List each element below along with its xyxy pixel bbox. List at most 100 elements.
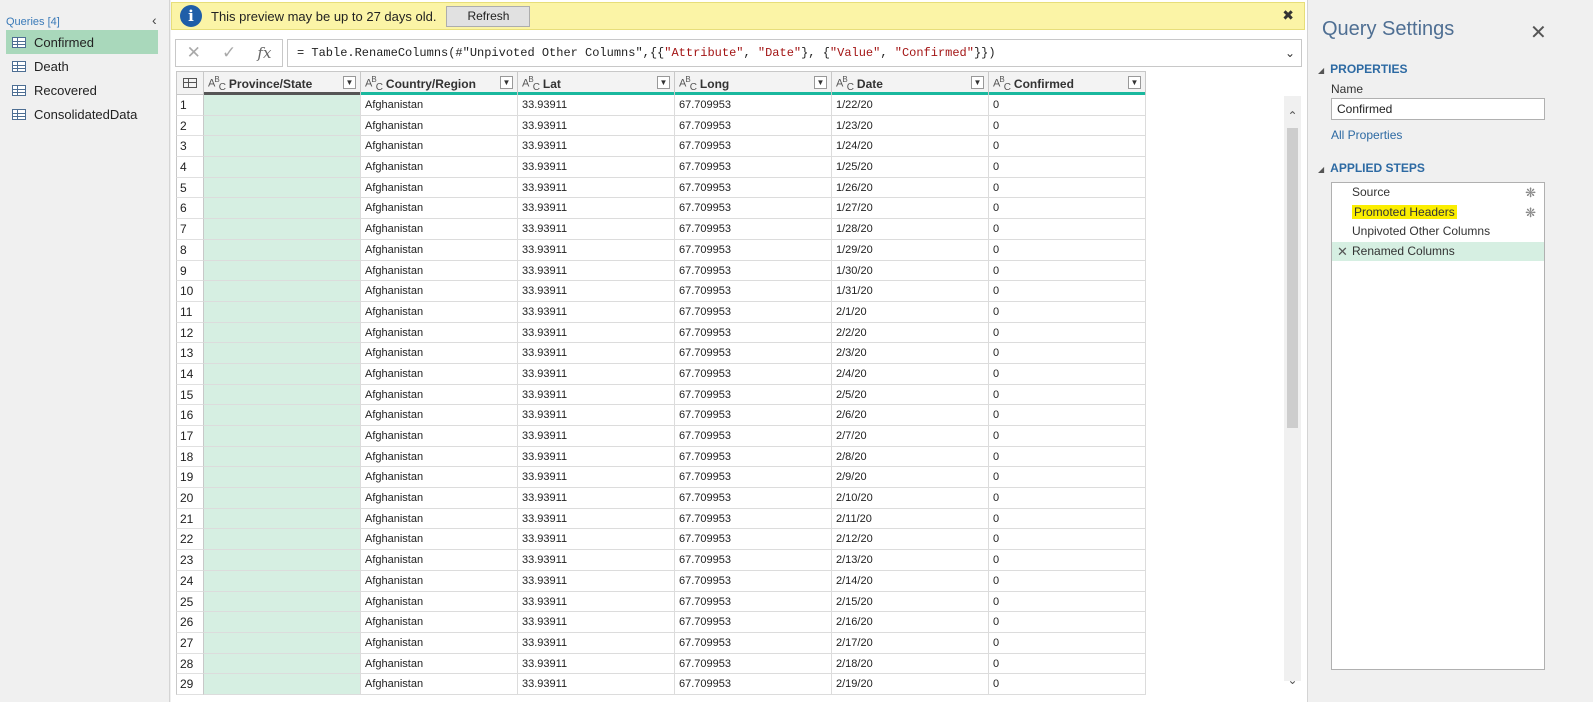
- row-number[interactable]: 24: [176, 570, 204, 592]
- table-cell[interactable]: [204, 343, 361, 364]
- applied-step[interactable]: Promoted Headers ❋: [1332, 203, 1544, 223]
- properties-section-title[interactable]: ◢ PROPERTIES: [1318, 62, 1408, 76]
- table-cell[interactable]: 0: [989, 529, 1146, 551]
- table-cell[interactable]: Afghanistan: [361, 488, 518, 509]
- table-cell[interactable]: 67.709953: [675, 529, 832, 551]
- table-cell[interactable]: 33.93911: [518, 177, 675, 199]
- commit-formula-icon[interactable]: ✓: [222, 43, 236, 63]
- row-number[interactable]: 8: [176, 239, 204, 261]
- applied-step[interactable]: Unpivoted Other Columns: [1332, 222, 1544, 242]
- table-cell[interactable]: 67.709953: [675, 632, 832, 654]
- table-cell[interactable]: 0: [989, 363, 1146, 385]
- table-cell[interactable]: [204, 508, 361, 530]
- table-cell[interactable]: [204, 426, 361, 447]
- table-cell[interactable]: 33.93911: [518, 446, 675, 468]
- row-number[interactable]: 28: [176, 653, 204, 675]
- table-cell[interactable]: 2/15/20: [832, 591, 989, 613]
- step-settings-gear-icon[interactable]: ❋: [1525, 183, 1536, 203]
- all-properties-link[interactable]: All Properties: [1331, 128, 1402, 142]
- text-type-icon[interactable]: ABC: [993, 75, 1011, 93]
- scroll-thumb[interactable]: [1287, 128, 1298, 428]
- table-cell[interactable]: 67.709953: [675, 301, 832, 323]
- table-cell[interactable]: 33.93911: [518, 239, 675, 261]
- table-cell[interactable]: Afghanistan: [361, 550, 518, 571]
- table-cell[interactable]: [204, 239, 361, 261]
- table-cell[interactable]: 0: [989, 177, 1146, 199]
- table-cell[interactable]: 0: [989, 653, 1146, 675]
- table-cell[interactable]: 1/29/20: [832, 239, 989, 261]
- table-cell[interactable]: 33.93911: [518, 136, 675, 158]
- table-cell[interactable]: 67.709953: [675, 570, 832, 592]
- row-number[interactable]: 25: [176, 591, 204, 613]
- table-cell[interactable]: Afghanistan: [361, 177, 518, 199]
- column-header[interactable]: ABC Confirmed ▼: [989, 71, 1146, 95]
- text-type-icon[interactable]: ABC: [208, 75, 226, 93]
- table-cell[interactable]: 33.93911: [518, 508, 675, 530]
- table-cell[interactable]: 0: [989, 426, 1146, 447]
- table-cell[interactable]: 0: [989, 95, 1146, 116]
- table-cell[interactable]: 1/31/20: [832, 281, 989, 302]
- vertical-scrollbar[interactable]: ⌃ ⌄: [1284, 96, 1301, 687]
- table-cell[interactable]: Afghanistan: [361, 674, 518, 695]
- table-cell[interactable]: Afghanistan: [361, 260, 518, 282]
- table-cell[interactable]: 2/17/20: [832, 632, 989, 654]
- table-cell[interactable]: Afghanistan: [361, 653, 518, 675]
- table-cell[interactable]: [204, 136, 361, 158]
- formula-input[interactable]: = Table.RenameColumns(#"Unpivoted Other …: [287, 39, 1302, 67]
- table-cell[interactable]: 67.709953: [675, 591, 832, 613]
- table-cell[interactable]: [204, 115, 361, 137]
- table-cell[interactable]: 1/27/20: [832, 198, 989, 220]
- table-cell[interactable]: Afghanistan: [361, 405, 518, 426]
- table-cell[interactable]: 0: [989, 591, 1146, 613]
- column-filter-icon[interactable]: ▼: [814, 76, 827, 89]
- table-cell[interactable]: 67.709953: [675, 674, 832, 695]
- table-cell[interactable]: 67.709953: [675, 239, 832, 261]
- row-number[interactable]: 3: [176, 136, 204, 158]
- table-cell[interactable]: 0: [989, 446, 1146, 468]
- table-cell[interactable]: 0: [989, 281, 1146, 302]
- row-number[interactable]: 15: [176, 384, 204, 406]
- table-cell[interactable]: Afghanistan: [361, 301, 518, 323]
- collapse-pane-icon[interactable]: ‹: [152, 12, 164, 28]
- table-cell[interactable]: 33.93911: [518, 198, 675, 220]
- table-cell[interactable]: 33.93911: [518, 384, 675, 406]
- row-number[interactable]: 23: [176, 550, 204, 571]
- table-cell[interactable]: 33.93911: [518, 260, 675, 282]
- column-filter-icon[interactable]: ▼: [500, 76, 513, 89]
- column-header[interactable]: ABC Country/Region ▼: [361, 71, 518, 95]
- text-type-icon[interactable]: ABC: [679, 75, 697, 93]
- table-cell[interactable]: [204, 591, 361, 613]
- table-cell[interactable]: 67.709953: [675, 446, 832, 468]
- table-cell[interactable]: 2/11/20: [832, 508, 989, 530]
- table-cell[interactable]: 2/10/20: [832, 488, 989, 509]
- table-cell[interactable]: 2/13/20: [832, 550, 989, 571]
- query-item[interactable]: Confirmed: [6, 30, 158, 54]
- table-cell[interactable]: 2/1/20: [832, 301, 989, 323]
- table-cell[interactable]: Afghanistan: [361, 467, 518, 489]
- row-number[interactable]: 16: [176, 405, 204, 426]
- table-cell[interactable]: 2/19/20: [832, 674, 989, 695]
- table-menu-icon[interactable]: [176, 71, 204, 95]
- table-cell[interactable]: Afghanistan: [361, 508, 518, 530]
- table-cell[interactable]: 67.709953: [675, 177, 832, 199]
- text-type-icon[interactable]: ABC: [365, 75, 383, 93]
- table-cell[interactable]: 0: [989, 219, 1146, 240]
- table-cell[interactable]: 0: [989, 115, 1146, 137]
- table-cell[interactable]: 67.709953: [675, 612, 832, 633]
- table-cell[interactable]: 67.709953: [675, 384, 832, 406]
- table-cell[interactable]: [204, 632, 361, 654]
- row-number[interactable]: 1: [176, 95, 204, 116]
- table-cell[interactable]: Afghanistan: [361, 612, 518, 633]
- applied-step[interactable]: ✕ Renamed Columns: [1332, 241, 1544, 261]
- table-cell[interactable]: 67.709953: [675, 653, 832, 675]
- table-cell[interactable]: 2/2/20: [832, 322, 989, 344]
- row-number[interactable]: 29: [176, 674, 204, 695]
- table-cell[interactable]: 33.93911: [518, 301, 675, 323]
- column-header[interactable]: ABC Province/State ▼: [204, 71, 361, 95]
- step-settings-gear-icon[interactable]: ❋: [1525, 203, 1536, 223]
- table-cell[interactable]: Afghanistan: [361, 115, 518, 137]
- row-number[interactable]: 20: [176, 488, 204, 509]
- table-cell[interactable]: 0: [989, 570, 1146, 592]
- table-cell[interactable]: 67.709953: [675, 115, 832, 137]
- column-header[interactable]: ABC Date ▼: [832, 71, 989, 95]
